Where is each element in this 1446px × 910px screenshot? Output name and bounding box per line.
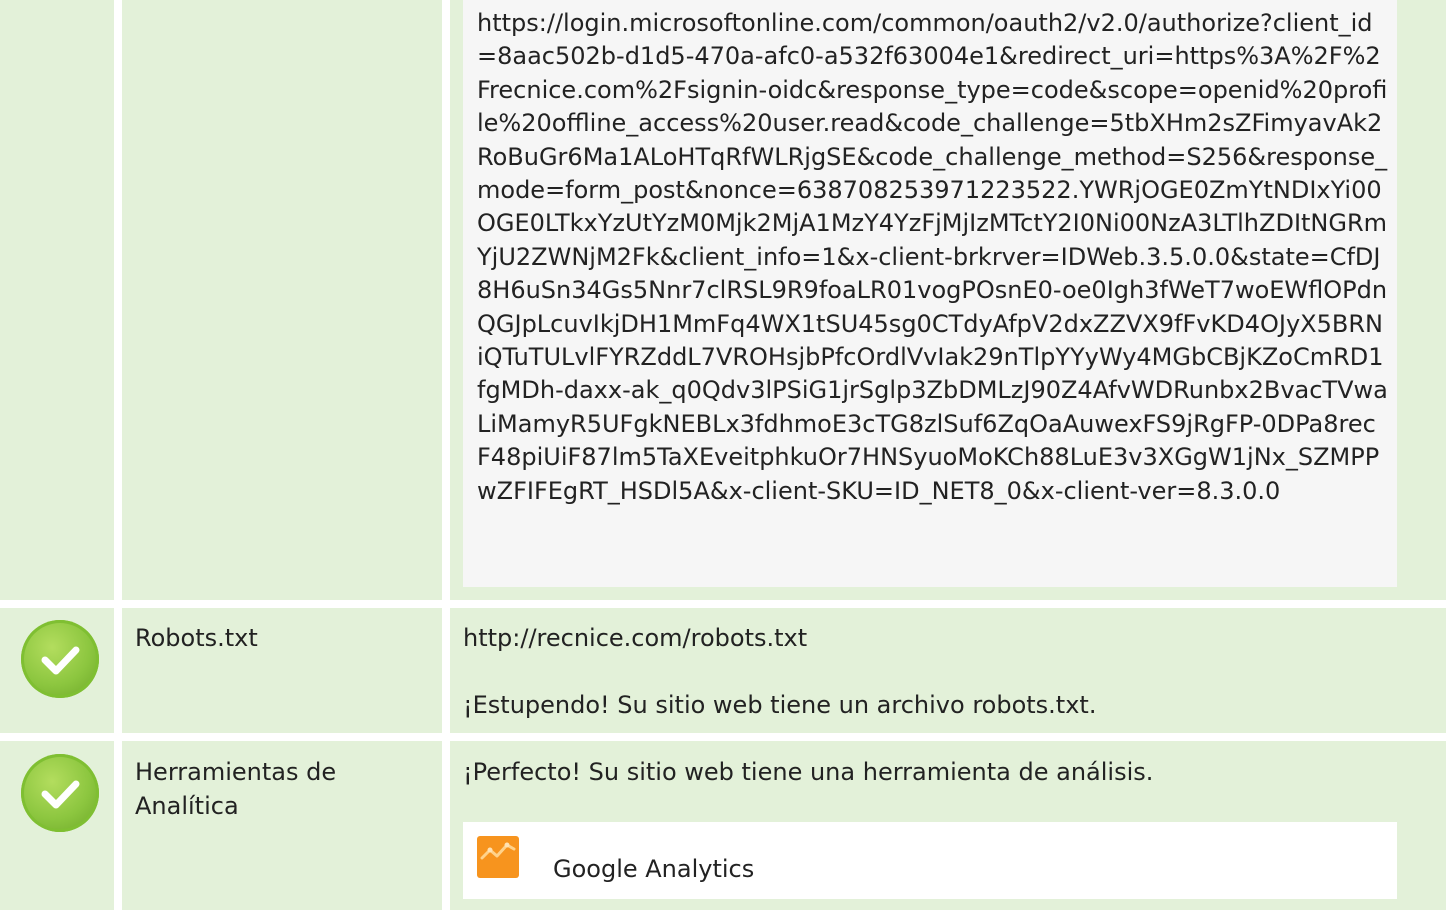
- redirect-url-text: https://login.microsoftonline.com/common…: [477, 9, 1388, 505]
- analytics-message: ¡Perfecto! Su sitio web tiene una herram…: [463, 758, 1154, 786]
- robots-label: Robots.txt: [135, 624, 258, 652]
- robots-message: ¡Estupendo! Su sitio web tiene un archiv…: [463, 691, 1097, 719]
- status-cell: [0, 0, 114, 600]
- robots-url[interactable]: http://recnice.com/robots.txt: [463, 621, 807, 655]
- analytics-label: Herramientas de Analítica: [135, 758, 337, 820]
- check-icon: [21, 754, 99, 832]
- label-cell: [122, 0, 442, 600]
- analytics-tool-name: Google Analytics: [553, 855, 755, 883]
- check-icon: [21, 620, 99, 698]
- google-analytics-icon: [477, 836, 519, 878]
